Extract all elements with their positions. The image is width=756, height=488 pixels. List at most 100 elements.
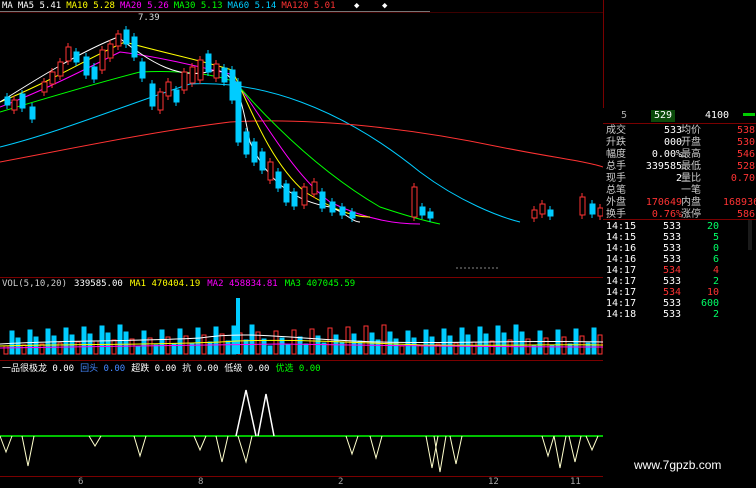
quote-v1: 170649 (645, 197, 682, 208)
volume-bar (567, 343, 573, 355)
volume-bar (471, 341, 477, 355)
volume-bar (537, 330, 543, 355)
panel-divider (0, 277, 603, 278)
header-item: MA (2, 1, 13, 11)
indicator-chart[interactable] (0, 372, 603, 476)
volume-bar (243, 339, 249, 355)
volume-bar (381, 324, 387, 355)
indicator-spike-down (433, 435, 447, 473)
volume-chart[interactable] (0, 290, 603, 362)
volume-bar (135, 345, 141, 355)
indicator-spike-up (235, 389, 275, 437)
quote-l2: 一笔 (681, 185, 701, 196)
quote-l1: 升跌 (606, 137, 626, 148)
indicator-spike-down (541, 435, 555, 458)
volume-bar (21, 344, 27, 355)
candle-body (419, 206, 426, 216)
header-menu-icon[interactable]: ◆ (382, 1, 387, 11)
header-item: MA30 5.13 (173, 1, 223, 11)
candle-body (107, 43, 114, 59)
indicator-spike-down (21, 435, 35, 467)
tick-time: 14:18 (606, 309, 637, 320)
header-item: MA1 470404.19 (129, 279, 201, 289)
candle-body (213, 63, 220, 79)
quote-l1: 成交 (606, 125, 626, 136)
volume-bar (117, 324, 123, 355)
volume-bar (3, 345, 9, 355)
candle-body (531, 209, 538, 219)
candle-body (547, 209, 554, 217)
candle-body (235, 81, 242, 143)
indicator-spike-down (568, 435, 582, 463)
candle-body (427, 211, 434, 219)
ma-header: MA MA5 5.41 MA10 5.28 MA20 5.26 MA30 5.13 MA6… (2, 1, 430, 11)
volume-bar (441, 328, 447, 355)
candle-body (319, 191, 326, 209)
volume-bar (387, 331, 393, 355)
tick-price: 533 (662, 309, 681, 320)
volume-bar (273, 330, 279, 355)
chart-bottom-area (0, 225, 603, 278)
candle-body (49, 71, 56, 85)
volume-bar (9, 330, 15, 355)
candle-body (283, 183, 290, 203)
right-scrollbar[interactable] (748, 220, 752, 250)
volume-bar (159, 329, 165, 355)
candle-body (311, 181, 318, 195)
quote-row: 现手 2 量比 0.70 (603, 173, 756, 185)
candle-body (329, 201, 336, 213)
header-item: MA10 5.28 (66, 1, 115, 11)
candle-body (173, 89, 180, 103)
candle-body (41, 81, 48, 93)
header-item: 339585.00 (74, 279, 123, 289)
candle-body (165, 81, 172, 97)
volume-bar-peak (236, 298, 240, 354)
x-axis: 6 8 2 12 11 (0, 476, 603, 488)
volume-bar (303, 343, 309, 355)
header-toggle-icon[interactable]: ◆ (354, 1, 359, 11)
candle-body (221, 67, 228, 83)
x-axis-tick: 8 (198, 477, 204, 487)
volume-bar (99, 325, 105, 355)
volume-bar (549, 344, 555, 355)
x-axis-tick: 6 (78, 477, 84, 487)
candle-body (251, 141, 258, 163)
indicator-spike-down (193, 435, 207, 452)
volume-bar (513, 324, 519, 355)
quote-v2: 538 (736, 125, 755, 136)
candle-body (411, 186, 418, 218)
volume-bar (87, 333, 93, 355)
volume-bar (351, 333, 357, 355)
quote-v1: 2 (675, 173, 682, 184)
indicator-spike-down (345, 435, 359, 456)
kline-chart[interactable] (0, 12, 603, 278)
quote-top-bar (743, 113, 755, 116)
volume-bar (495, 325, 501, 355)
x-axis-tick: 2 (338, 477, 344, 487)
volume-bar (195, 327, 201, 355)
quote-row: 总笔 一笔 (603, 185, 756, 197)
candle-body (589, 203, 596, 215)
indicator-spike-down (449, 435, 463, 465)
quote-l2: 内盘 (681, 197, 701, 208)
quote-l1: 总笔 (606, 185, 626, 196)
volume-bar (399, 345, 405, 355)
volume-bar (291, 329, 297, 355)
ma-line (0, 71, 441, 225)
candle-body (229, 69, 236, 101)
x-axis-tick: 12 (488, 477, 499, 487)
volume-bar (543, 337, 549, 355)
candle-body (65, 46, 72, 62)
volume-bar (267, 345, 273, 355)
quote-panel: 5 529 4100 成交 533 均价 538 升跌 000 开盘 530 幅度 0.00% 最高… (603, 108, 756, 487)
volume-bar (297, 336, 303, 355)
volume-bar (339, 341, 345, 355)
candle-body (11, 99, 18, 111)
vol-header: VOL(5,10,20) 339585.00 MA1 470404.19 MA2 45… (2, 279, 362, 289)
candle-body (301, 186, 308, 206)
candle-body (83, 56, 90, 76)
volume-bar (285, 344, 291, 355)
quote-l1: 总手 (606, 161, 626, 172)
price-high-label: 7.39 (138, 13, 160, 23)
ma-header-items: MA MA5 5.41 MA10 5.28 MA20 5.26 MA30 5.13 MA6… (2, 1, 341, 11)
